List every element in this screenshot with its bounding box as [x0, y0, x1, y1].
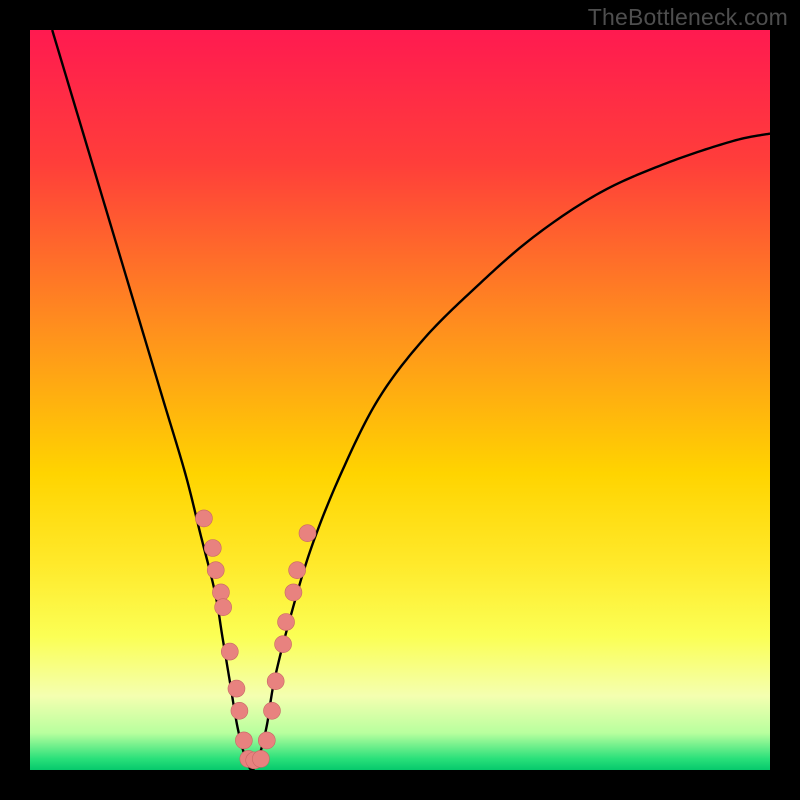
plot-area — [30, 30, 770, 770]
data-marker — [231, 702, 248, 719]
data-marker — [228, 680, 245, 697]
curve-layer — [30, 30, 770, 770]
data-marker — [299, 525, 316, 542]
bottleneck-curve — [52, 30, 770, 770]
data-marker — [258, 732, 275, 749]
data-marker — [267, 673, 284, 690]
data-marker — [252, 750, 269, 767]
data-marker — [204, 540, 221, 557]
marker-group — [195, 510, 316, 769]
data-marker — [275, 636, 292, 653]
data-marker — [278, 614, 295, 631]
data-marker — [235, 732, 252, 749]
data-marker — [195, 510, 212, 527]
chart-frame: TheBottleneck.com — [0, 0, 800, 800]
attribution-text: TheBottleneck.com — [588, 4, 788, 31]
data-marker — [207, 562, 224, 579]
data-marker — [221, 643, 238, 660]
data-marker — [285, 584, 302, 601]
data-marker — [289, 562, 306, 579]
data-marker — [215, 599, 232, 616]
data-marker — [212, 584, 229, 601]
data-marker — [263, 702, 280, 719]
